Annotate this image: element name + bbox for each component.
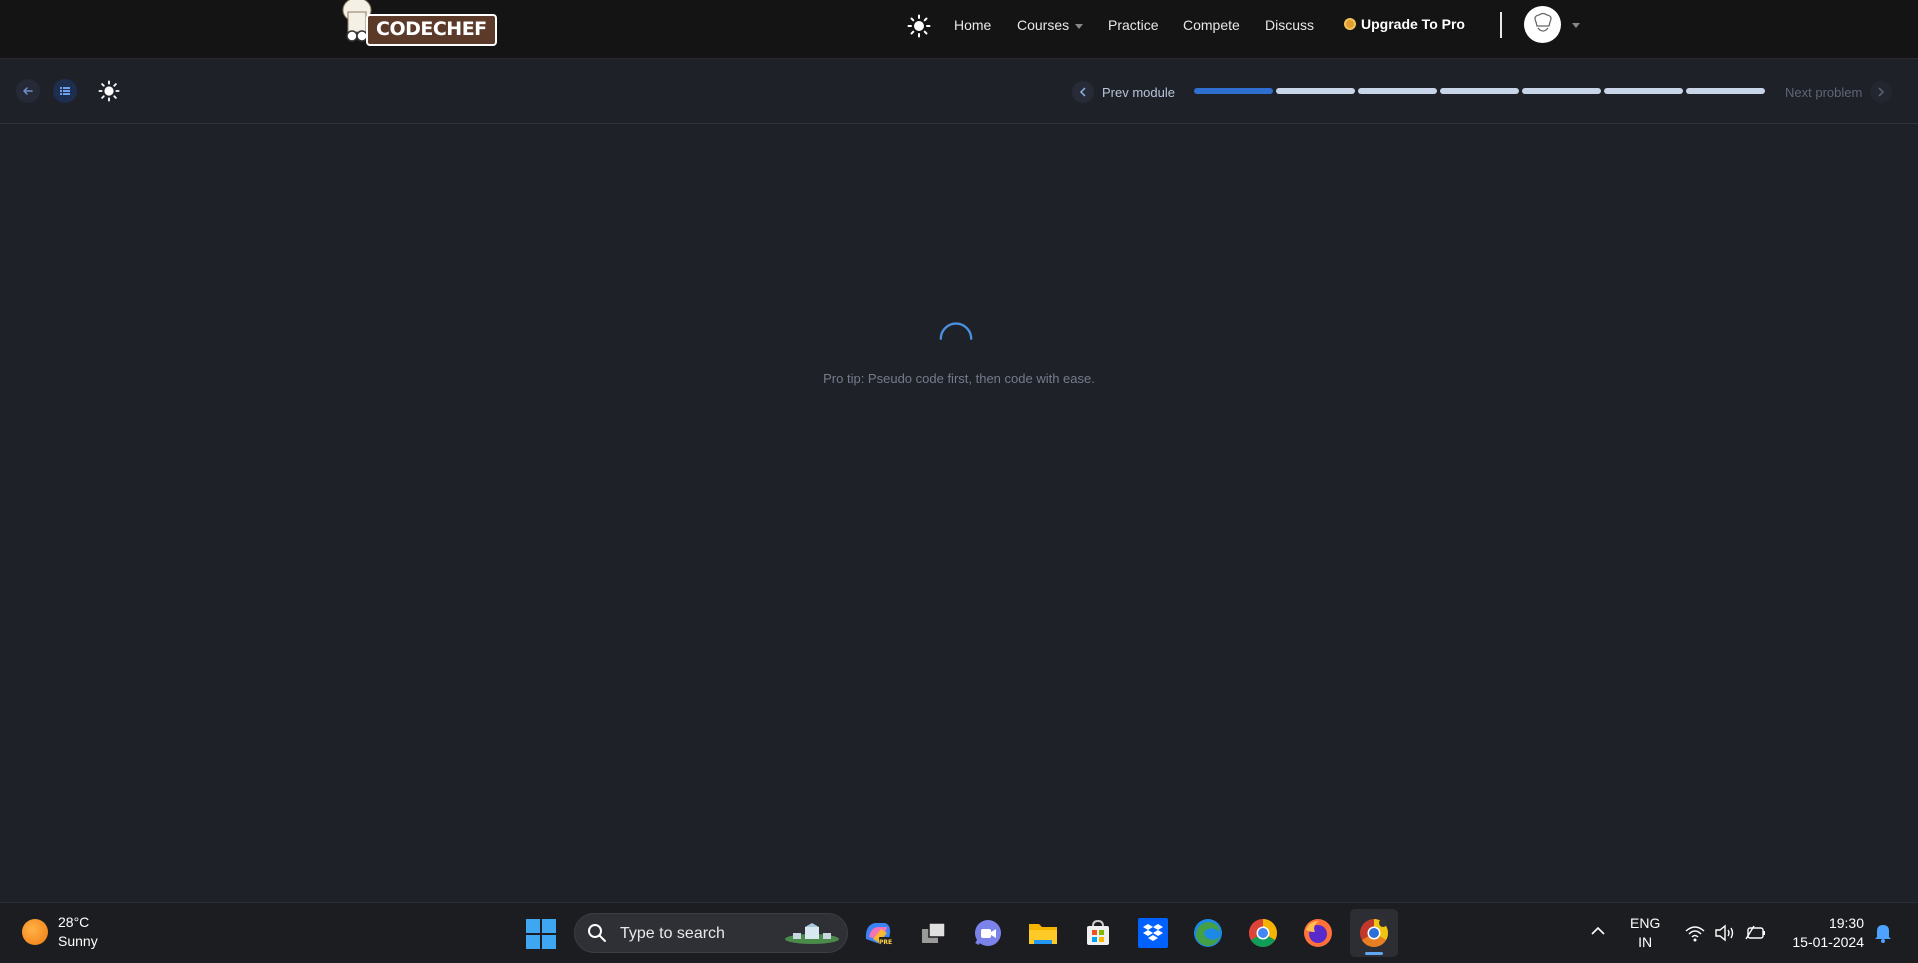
loading-tip: Pro tip: Pseudo code first, then code wi… [823, 371, 1095, 386]
loading-spinner-icon [939, 322, 973, 340]
active-app-indicator [1365, 952, 1383, 955]
problem-list-button[interactable] [53, 79, 77, 103]
edge-icon[interactable] [1192, 917, 1224, 949]
chrome-icon[interactable] [1247, 917, 1279, 949]
next-problem-button[interactable]: Next problem [1785, 81, 1893, 103]
progress-segment [1440, 88, 1519, 94]
nav-courses-label: Courses [1017, 17, 1070, 33]
upgrade-label: Upgrade To Pro [1361, 16, 1465, 32]
weather-sun-icon [22, 919, 48, 945]
nav-discuss[interactable]: Discuss [1265, 17, 1314, 33]
chevron-left-icon [1072, 81, 1094, 103]
back-button[interactable] [16, 79, 40, 103]
top-navbar: CODECHEF Home Courses Practice Compete D… [0, 0, 1918, 59]
lang-line1: ENG [1630, 915, 1661, 931]
svg-text:PRE: PRE [879, 939, 892, 946]
weather-temp: 28°C [58, 914, 90, 930]
avatar-dropdown-icon[interactable] [1572, 23, 1580, 28]
weather-desc: Sunny [58, 933, 98, 949]
avatar[interactable] [1524, 6, 1561, 43]
problem-toolbar: Prev module Next problem [0, 59, 1918, 124]
weather-widget[interactable]: 28°C Sunny [22, 913, 98, 951]
lang-line2: IN [1638, 934, 1653, 950]
prev-module-button[interactable]: Prev module [1072, 81, 1175, 103]
theme-toggle-sun-icon[interactable] [98, 80, 120, 102]
copilot-icon[interactable]: PRE [862, 917, 894, 949]
system-tray[interactable] [1684, 923, 1766, 943]
prev-module-label: Prev module [1102, 84, 1175, 100]
file-explorer-icon[interactable] [1027, 917, 1059, 949]
next-problem-label: Next problem [1785, 84, 1863, 100]
language-indicator[interactable]: ENG IN [1630, 914, 1660, 952]
chevron-up-icon[interactable] [1590, 925, 1606, 937]
firefox-icon[interactable] [1302, 917, 1334, 949]
chrome-dev-icon[interactable] [1358, 917, 1390, 949]
list-icon [60, 87, 70, 95]
progress-segment [1604, 88, 1683, 94]
wifi-icon[interactable] [1684, 923, 1706, 943]
pro-coin-icon [1344, 18, 1356, 30]
nav-compete[interactable]: Compete [1183, 17, 1240, 33]
progress-segment [1358, 88, 1437, 94]
battery-icon[interactable] [1744, 923, 1766, 943]
dropbox-icon[interactable] [1137, 917, 1169, 949]
chef-avatar-icon [1533, 12, 1552, 32]
chevron-right-icon [1870, 81, 1893, 103]
chevron-down-icon [1075, 23, 1084, 29]
progress-segment [1194, 88, 1273, 94]
windows-taskbar: 28°C Sunny Type to search PRE ENG IN 19:… [0, 902, 1918, 963]
nav-courses[interactable]: Courses [1017, 17, 1084, 33]
volume-icon[interactable] [1714, 923, 1736, 943]
progress-segment [1686, 88, 1765, 94]
system-clock[interactable]: 19:30 15-01-2024 [1780, 914, 1864, 952]
theme-sun-icon[interactable] [907, 14, 931, 38]
clock-date: 15-01-2024 [1792, 934, 1864, 950]
codechef-logo[interactable]: CODECHEF [336, 0, 497, 48]
nav-practice[interactable]: Practice [1108, 17, 1159, 33]
microsoft-store-icon[interactable] [1082, 917, 1114, 949]
nav-divider [1500, 12, 1502, 38]
progress-segment [1522, 88, 1601, 94]
windows-start-icon[interactable] [526, 919, 556, 949]
nav-home[interactable]: Home [954, 17, 991, 33]
arrow-left-icon [22, 87, 33, 95]
notification-bell-icon[interactable] [1874, 923, 1892, 943]
search-placeholder: Type to search [620, 925, 725, 942]
upgrade-to-pro-button[interactable]: Upgrade To Pro [1344, 16, 1465, 32]
module-progress-bar [1194, 88, 1765, 94]
teams-chat-icon[interactable] [972, 917, 1004, 949]
progress-segment [1276, 88, 1355, 94]
search-icon [588, 924, 606, 942]
logo-wordmark: CODECHEF [366, 14, 497, 46]
clock-time: 19:30 [1828, 915, 1864, 931]
taskbar-search-box[interactable]: Type to search [574, 913, 848, 953]
search-highlight-icon [785, 923, 839, 944]
task-view-icon[interactable] [918, 917, 950, 949]
